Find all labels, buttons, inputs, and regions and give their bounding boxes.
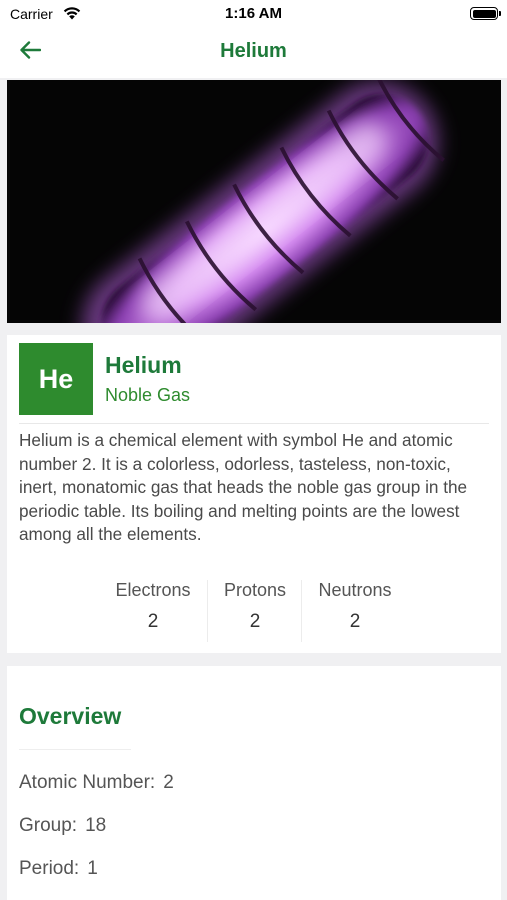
stat-electrons: Electrons 2: [103, 580, 203, 642]
battery-icon: [470, 7, 498, 20]
overview-card: Overview Atomic Number: 2 Group: 18 Period…: [7, 666, 501, 900]
card-divider: [19, 423, 489, 424]
stat-label: Electrons: [115, 580, 191, 600]
battery-tip: [499, 11, 501, 16]
stat-protons: Protons 2: [209, 580, 301, 642]
stat-value: 2: [349, 611, 361, 632]
element-card: He Helium Noble Gas Helium is a chemical…: [7, 335, 501, 653]
element-symbol: He: [19, 343, 93, 415]
stat-label: Protons: [223, 580, 287, 600]
navigation-bar: Helium: [0, 28, 507, 78]
stat-value: 2: [147, 611, 159, 632]
element-category: Noble Gas: [105, 385, 191, 405]
row-label: Group:: [19, 815, 78, 836]
stat-label: Neutrons: [318, 580, 392, 600]
overview-row-group: Group: 18: [19, 815, 106, 837]
status-bar: Carrier 1:16 AM: [0, 0, 507, 28]
row-label: Period:: [19, 858, 80, 879]
overview-row-atomic-number: Atomic Number: 2: [19, 772, 174, 794]
particle-stats: Electrons 2 Protons 2 Neutrons 2: [7, 580, 501, 642]
page-title: Helium: [220, 40, 287, 62]
row-value: 1: [87, 858, 98, 879]
element-photo: [7, 80, 501, 323]
stat-value: 2: [249, 611, 261, 632]
stat-divider: [301, 580, 302, 642]
status-time: 1:16 AM: [225, 5, 282, 22]
overview-title: Overview: [19, 703, 122, 729]
row-label: Atomic Number:: [19, 772, 156, 793]
stat-neutrons: Neutrons 2: [305, 580, 405, 642]
element-description: Helium is a chemical element with symbol…: [19, 430, 468, 544]
overview-underline: [19, 749, 131, 750]
stat-divider: [207, 580, 208, 642]
row-value: 2: [163, 772, 174, 793]
element-name: Helium: [105, 352, 182, 378]
row-value: 18: [85, 815, 107, 836]
overview-row-period: Period: 1: [19, 858, 98, 880]
